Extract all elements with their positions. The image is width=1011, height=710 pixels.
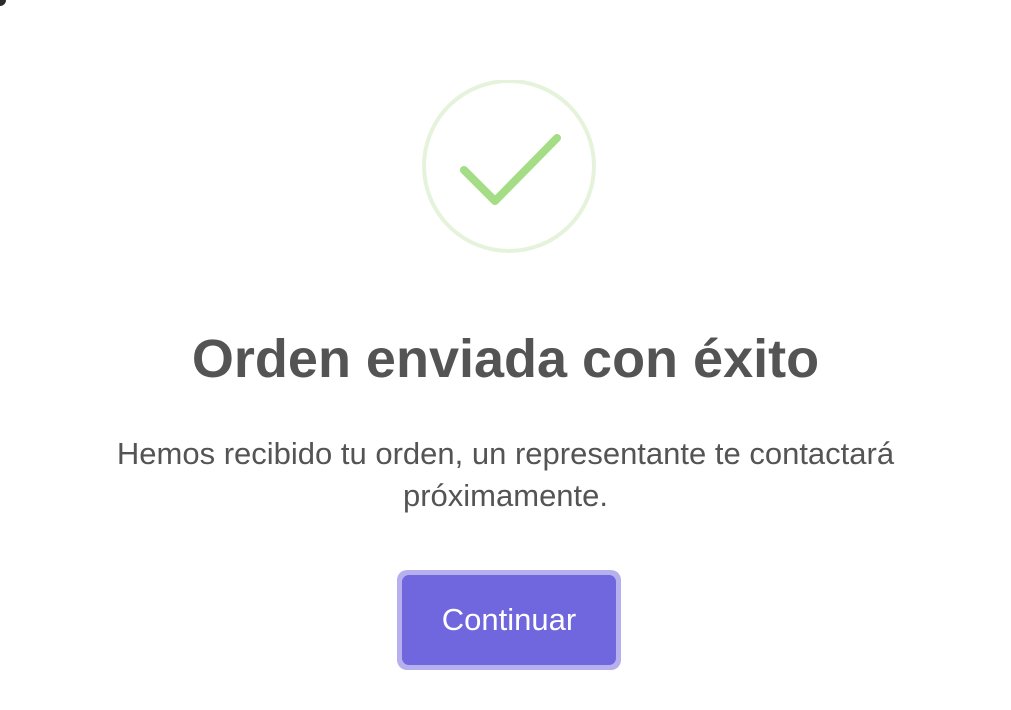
dialog-title: Orden enviada con éxito	[191, 329, 820, 389]
success-dialog: Orden enviada con éxito Hemos recibido t…	[0, 0, 1011, 710]
confirm-button-focus-ring: Continuar	[397, 570, 621, 670]
success-check-icon	[420, 80, 598, 258]
continue-button[interactable]: Continuar	[402, 575, 616, 665]
dialog-message: Hemos recibido tu orden, un representant…	[116, 436, 895, 513]
window-corner	[0, 0, 6, 6]
